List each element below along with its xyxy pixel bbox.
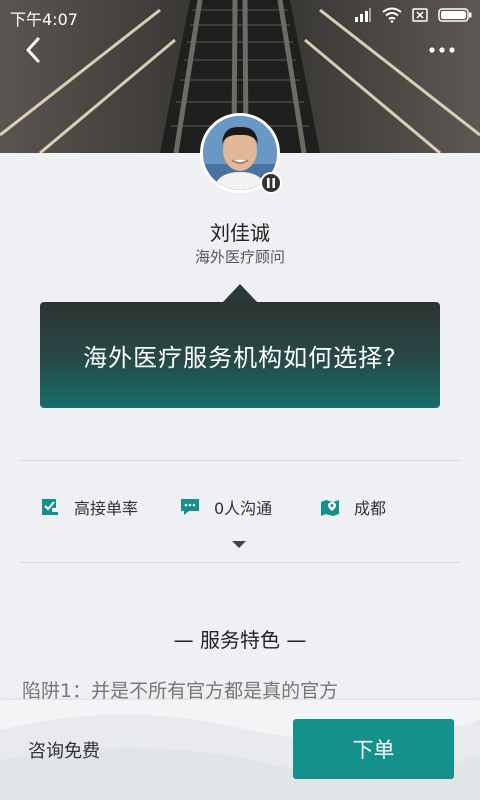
card-pointer bbox=[222, 284, 258, 303]
stat-conversations: 0人沟通 bbox=[180, 495, 272, 519]
map-pin-icon bbox=[321, 500, 339, 516]
consult-free-label[interactable]: 咨询免费 bbox=[28, 737, 100, 763]
section-preview-text: 陷阱1：并是不所有官方都是真的官方 bbox=[22, 680, 339, 702]
question-card[interactable]: 海外医疗服务机构如何选择? bbox=[40, 302, 440, 408]
more-dots-icon bbox=[429, 47, 455, 53]
divider-bottom bbox=[20, 562, 460, 563]
battery-icon bbox=[438, 8, 472, 22]
expand-down-icon[interactable] bbox=[232, 541, 246, 548]
chevron-left-icon bbox=[26, 37, 40, 63]
stat-location-label: 成都 bbox=[354, 499, 387, 518]
back-button[interactable] bbox=[18, 34, 54, 66]
check-doc-icon bbox=[42, 499, 58, 515]
order-button[interactable]: 下单 bbox=[293, 719, 454, 779]
status-bar: 下午4:07 bbox=[0, 0, 480, 32]
stat-acceptance-rate: 高接单率 bbox=[40, 495, 138, 519]
stat-conversations-label: 0人沟通 bbox=[214, 499, 273, 518]
more-options-button[interactable] bbox=[422, 36, 462, 64]
chat-bubble-icon bbox=[181, 499, 199, 515]
section-title: — 服务特色 — bbox=[173, 628, 307, 652]
question-card-text: 海外医疗服务机构如何选择? bbox=[83, 343, 397, 372]
no-sim-icon bbox=[412, 8, 428, 22]
advisor-name: 刘佳诚 bbox=[210, 221, 270, 245]
status-icons bbox=[354, 7, 472, 23]
pause-badge-icon[interactable] bbox=[260, 172, 282, 194]
stat-acceptance-label: 高接单率 bbox=[74, 499, 139, 518]
stats-row: 高接单率 0人沟通 成都 bbox=[0, 495, 480, 531]
stat-location: 成都 bbox=[320, 495, 386, 519]
signal-icon bbox=[355, 8, 371, 22]
bottom-action-bar: 咨询免费 下单 bbox=[0, 700, 480, 800]
divider-top bbox=[20, 460, 460, 461]
wifi-icon bbox=[382, 7, 402, 23]
advisor-title: 海外医疗顾问 bbox=[194, 248, 285, 266]
status-time: 下午4:07 bbox=[10, 10, 78, 29]
